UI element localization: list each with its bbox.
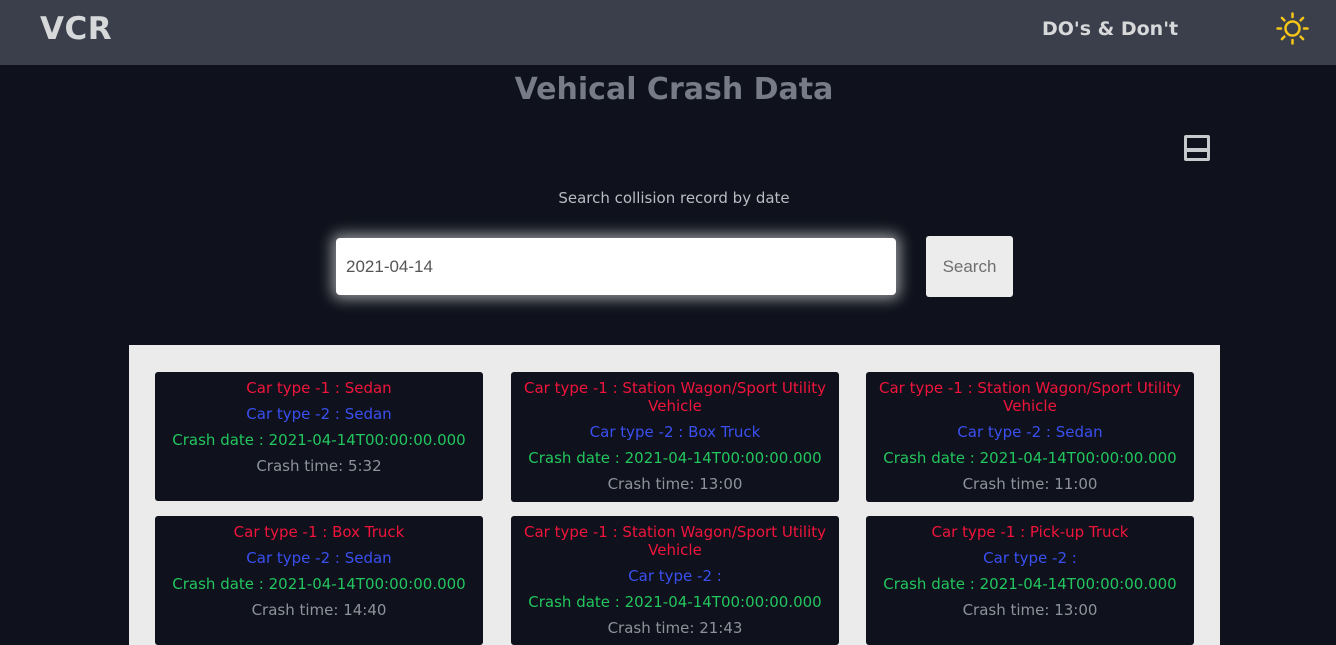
crash-time: Crash time: 11:00 — [962, 475, 1098, 493]
crash-time: Crash time: 13:00 — [607, 475, 743, 493]
car-type-2: Car type -2 : — [628, 567, 722, 585]
crash-date: Crash date : 2021-04-14T00:00:00.000 — [883, 575, 1177, 593]
search-label: Search collision record by date — [558, 189, 790, 207]
car-type-2: Car type -2 : Box Truck — [589, 423, 761, 441]
crash-time: Crash time: 13:00 — [962, 601, 1098, 619]
crash-time: Crash time: 21:43 — [607, 619, 743, 637]
date-search-input[interactable] — [336, 238, 896, 295]
car-type-2: Car type -2 : Sedan — [957, 423, 1103, 441]
car-type-1: Car type -1 : Station Wagon/Sport Utilit… — [524, 379, 826, 415]
record-card: Car type -1 : Pick-up Truck Car type -2 … — [866, 516, 1194, 645]
car-type-1: Car type -1 : Sedan — [246, 379, 392, 397]
save-icon[interactable] — [1183, 134, 1211, 162]
car-type-2: Car type -2 : Sedan — [246, 549, 392, 567]
page-title: Vehical Crash Data — [514, 72, 834, 107]
results-panel: Car type -1 : Sedan Car type -2 : Sedan … — [129, 345, 1220, 645]
crash-time: Crash time: 5:32 — [256, 457, 382, 475]
record-card: Car type -1 : Station Wagon/Sport Utilit… — [511, 372, 839, 502]
brand-logo[interactable]: VCR — [40, 11, 112, 47]
crash-date: Crash date : 2021-04-14T00:00:00.000 — [528, 593, 822, 611]
dos-and-donts-link[interactable]: DO's & Don't — [1042, 18, 1178, 40]
crash-date: Crash date : 2021-04-14T00:00:00.000 — [172, 575, 466, 593]
crash-time: Crash time: 14:40 — [251, 601, 387, 619]
top-navbar: VCR DO's & Don't — [0, 0, 1336, 65]
car-type-2: Car type -2 : — [983, 549, 1077, 567]
car-type-2: Car type -2 : Sedan — [246, 405, 392, 423]
car-type-1: Car type -1 : Station Wagon/Sport Utilit… — [879, 379, 1181, 415]
car-type-1: Car type -1 : Pick-up Truck — [931, 523, 1129, 541]
car-type-1: Car type -1 : Station Wagon/Sport Utilit… — [524, 523, 826, 559]
crash-date: Crash date : 2021-04-14T00:00:00.000 — [883, 449, 1177, 467]
search-button[interactable]: Search — [926, 236, 1013, 297]
record-card: Car type -1 : Box Truck Car type -2 : Se… — [155, 516, 483, 645]
sun-icon[interactable] — [1276, 12, 1309, 45]
record-card: Car type -1 : Sedan Car type -2 : Sedan … — [155, 372, 483, 501]
crash-date: Crash date : 2021-04-14T00:00:00.000 — [528, 449, 822, 467]
record-card: Car type -1 : Station Wagon/Sport Utilit… — [866, 372, 1194, 502]
car-type-1: Car type -1 : Box Truck — [233, 523, 405, 541]
crash-date: Crash date : 2021-04-14T00:00:00.000 — [172, 431, 466, 449]
record-card: Car type -1 : Station Wagon/Sport Utilit… — [511, 516, 839, 645]
